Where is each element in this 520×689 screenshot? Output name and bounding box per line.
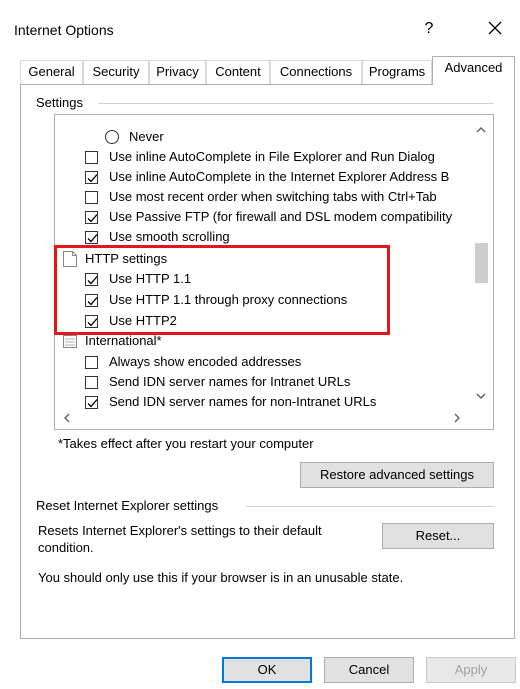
tab-general[interactable]: General bbox=[20, 60, 83, 84]
apply-button[interactable]: Apply bbox=[426, 657, 516, 683]
tree-item-label: Always show encoded addresses bbox=[109, 354, 302, 369]
checkmark-icon bbox=[87, 276, 98, 285]
reset-warning: You should only use this if your browser… bbox=[38, 570, 404, 585]
checkmark-icon bbox=[87, 318, 98, 327]
checkbox[interactable] bbox=[85, 151, 98, 164]
radio-button[interactable] bbox=[105, 130, 119, 144]
tree-item-label: Use smooth scrolling bbox=[109, 229, 230, 244]
restore-advanced-settings-button[interactable]: Restore advanced settings bbox=[300, 462, 494, 488]
tree-category-label: HTTP settings bbox=[85, 251, 168, 266]
tab-advanced[interactable]: Advanced bbox=[432, 56, 515, 85]
checkbox[interactable] bbox=[85, 231, 98, 244]
vertical-scroll-thumb[interactable] bbox=[475, 243, 488, 283]
checkbox[interactable] bbox=[85, 273, 98, 286]
tree-item-label: Use HTTP2 bbox=[109, 313, 177, 328]
tree-item-label: Use most recent order when switching tab… bbox=[109, 189, 437, 204]
checkbox[interactable] bbox=[85, 211, 98, 224]
close-icon bbox=[488, 21, 502, 35]
checkbox[interactable] bbox=[85, 191, 98, 204]
globe-page-icon bbox=[63, 335, 77, 348]
checkbox[interactable] bbox=[85, 171, 98, 184]
horizontal-scrollbar[interactable] bbox=[55, 411, 493, 429]
tab-label: Security bbox=[92, 64, 140, 79]
ok-button[interactable]: OK bbox=[222, 657, 312, 683]
checkmark-icon bbox=[87, 297, 98, 306]
settings-tree[interactable]: Never Use inline AutoComplete in File Ex… bbox=[54, 114, 494, 430]
tree-item-label: Use Passive FTP (for firewall and DSL mo… bbox=[109, 209, 453, 224]
reset-description: Resets Internet Explorer's settings to t… bbox=[38, 523, 322, 538]
checkmark-icon bbox=[87, 214, 98, 223]
checkbox[interactable] bbox=[85, 294, 98, 307]
settings-group-label: Settings bbox=[32, 95, 87, 110]
checkbox[interactable] bbox=[85, 356, 98, 369]
tab-privacy[interactable]: Privacy bbox=[149, 60, 206, 84]
reset-button[interactable]: Reset... bbox=[382, 523, 494, 549]
restart-footnote: *Takes effect after you restart your com… bbox=[58, 436, 314, 451]
tab-label: Programs bbox=[368, 64, 426, 79]
tree-category-label: International* bbox=[85, 333, 162, 348]
tree-item-label: Send IDN server names for non-Intranet U… bbox=[109, 394, 377, 409]
tree-item-label: Never bbox=[129, 129, 164, 144]
tree-item-label: Use inline AutoComplete in File Explorer… bbox=[109, 149, 435, 164]
tab-programs[interactable]: Programs bbox=[362, 60, 432, 84]
scroll-down-arrow-icon[interactable] bbox=[469, 387, 493, 405]
tree-item-label: Send IDN server names for Intranet URLs bbox=[109, 374, 351, 389]
tree-item-label: Use HTTP 1.1 bbox=[109, 271, 192, 286]
cancel-button[interactable]: Cancel bbox=[324, 657, 414, 683]
reset-group-label: Reset Internet Explorer settings bbox=[32, 498, 223, 513]
vertical-scrollbar[interactable] bbox=[469, 115, 493, 411]
tab-content[interactable]: Content bbox=[206, 60, 270, 84]
window-title: Internet Options bbox=[14, 22, 114, 38]
help-button[interactable]: ? bbox=[414, 16, 444, 42]
checkbox[interactable] bbox=[85, 376, 98, 389]
reset-description-line2: condition. bbox=[38, 540, 94, 555]
scroll-left-arrow-icon[interactable] bbox=[55, 411, 79, 429]
tab-security[interactable]: Security bbox=[83, 60, 149, 84]
reset-group-line bbox=[246, 506, 494, 507]
scroll-right-arrow-icon[interactable] bbox=[445, 411, 469, 429]
scroll-up-arrow-icon[interactable] bbox=[469, 121, 493, 139]
page-icon bbox=[63, 251, 77, 267]
tab-label: Advanced bbox=[444, 60, 503, 75]
checkbox[interactable] bbox=[85, 315, 98, 328]
tree-item-label: Use HTTP 1.1 through proxy connections bbox=[109, 292, 348, 307]
title-bar: Internet Options ? bbox=[0, 0, 520, 46]
tab-label: Content bbox=[215, 64, 261, 79]
tab-label: General bbox=[28, 64, 75, 79]
checkmark-icon bbox=[87, 234, 98, 243]
tree-item-label: Use inline AutoComplete in the Internet … bbox=[109, 169, 450, 184]
checkmark-icon bbox=[87, 399, 98, 408]
help-icon: ? bbox=[424, 20, 434, 37]
checkmark-icon bbox=[87, 174, 98, 183]
tab-connections[interactable]: Connections bbox=[270, 60, 362, 84]
tab-label: Privacy bbox=[156, 64, 199, 79]
settings-group-line bbox=[98, 103, 494, 104]
tab-label: Connections bbox=[279, 64, 353, 79]
checkbox[interactable] bbox=[85, 396, 98, 409]
close-button[interactable] bbox=[478, 14, 512, 42]
